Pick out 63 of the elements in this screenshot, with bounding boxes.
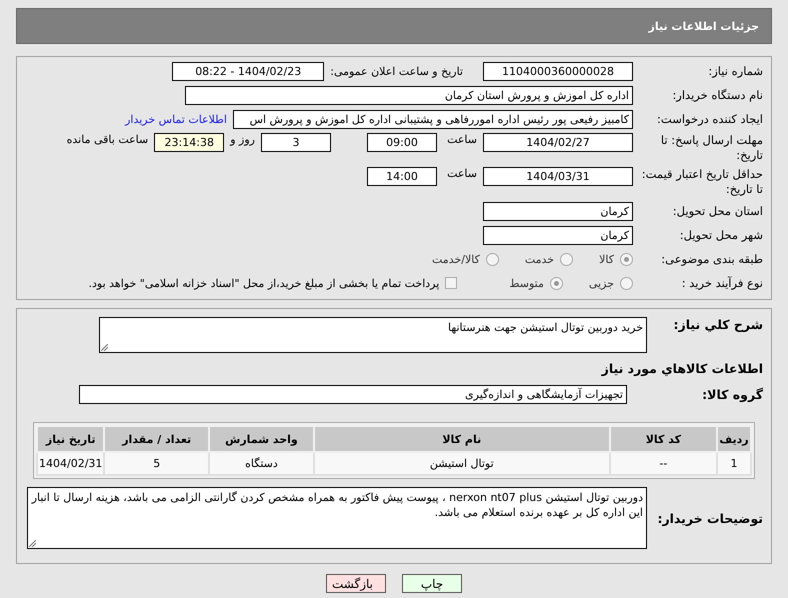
table-cell: 1 [717,452,751,475]
option-label: جزیی [588,276,614,290]
field-label: ساعت [446,133,477,146]
field-label: شماره نیاز: [707,64,763,78]
checkbox[interactable] [445,277,458,289]
table-cell: دستگاه [209,452,314,475]
announce-date-field: 1404/02/23 - 08:22 [172,62,324,80]
resize-grip-icon[interactable] [29,540,36,547]
contact-link[interactable]: اطلاعات تماس خریدار [125,112,227,126]
column-header: تاریخ نیاز [37,426,104,452]
field-label: ساعت باقی مانده [66,133,148,146]
buyer-field: اداره کل اموزش و پرورش استان کرمان [185,86,633,104]
date-field: 1404/02/27 [483,133,633,152]
field-label: حداقل تاریخ اعتبار قیمت: تا تاریخ: [640,167,763,197]
radio-button[interactable] [560,252,574,266]
field-label: گروه کالا: [701,386,763,402]
column-header: ردیف [717,426,751,452]
field-label: روز و [230,133,255,146]
province-field: کرمان [483,202,633,220]
goods-group-field: تجهیزات آزمایشگاهی و اندازه‌گیری [79,384,627,404]
summary-field: خرید دوربین توتال استیشن جهت هنرستانها [99,317,647,353]
field-label: توضیحات خریدار: [656,510,763,526]
radio-button[interactable] [486,252,499,266]
table-cell: 1404/02/31 [37,452,104,475]
field-label: نام دستگاه خریدار: [671,88,763,102]
checkbox-label: پرداخت تمام یا بخشی از مبلغ خرید،از محل "اسناد خزانه اسلامی" خواهد بود. [88,276,440,290]
field-label: شرح كلي نياز: [672,317,763,332]
field-label: استان محل تحویل: [672,204,763,218]
option-label: کالا [599,252,614,266]
radio-button[interactable] [550,276,563,290]
column-header: کد کالا [610,426,718,452]
requester-field: کامبیز رفیعی پور رئیس اداره اموررفاهی و پشتیبانی اداره کل اموزش و پرورش اس [233,110,633,128]
print-button[interactable]: چاپ [402,574,462,593]
option-label: کالا/خدمت [432,252,480,266]
days-field: 3 [261,133,331,152]
field-label: طبقه بندی موضوعی: [660,252,763,266]
table-cell: -- [610,452,718,475]
time-field: 14:00 [367,167,437,186]
need-number-field: 1104000360000028 [483,62,633,80]
option-label: متوسط [509,276,544,290]
radio-button[interactable] [620,252,633,266]
column-header: تعداد / مقدار [104,426,210,452]
section-title: اطلاعات كالاهاي مورد نياز [600,361,763,376]
page-title: جزئیات اطلاعات نیاز [648,20,759,32]
option-label: خدمت [524,252,554,266]
city-field: کرمان [483,226,633,244]
field-label: نوع فرآیند خرید : [680,276,763,290]
field-label: شهر محل تحویل: [678,228,763,242]
table-cell: توتال استیشن [314,452,610,475]
date-field: 1404/03/31 [483,167,633,186]
time-field: 09:00 [367,133,437,152]
back-button[interactable]: بازگشت [326,574,386,593]
resize-grip-icon[interactable] [101,344,108,351]
column-header: نام کالا [314,426,610,452]
field-label: مهلت ارسال پاسخ: تا تاریخ: [660,133,763,163]
remaining-time-field: 23:14:38 [154,133,224,152]
notes-field: دوربین توتال استیشن nerxon nt07 plus ، پیوست پیش فاکتور به همراه مشخص کردن گارانتی الزامی می باشد، هزینه ارسال تا انبار این اداره کل بر عهده برنده استعلام می باشد. [27,487,647,549]
column-header: واحد شمارش [209,426,314,452]
radio-button[interactable] [620,276,633,290]
table-cell: 5 [104,452,210,475]
field-label: ایجاد کننده درخواست: [656,112,763,126]
field-label: ساعت [446,167,477,180]
field-label: تاریخ و ساعت اعلان عمومی: [330,64,463,78]
